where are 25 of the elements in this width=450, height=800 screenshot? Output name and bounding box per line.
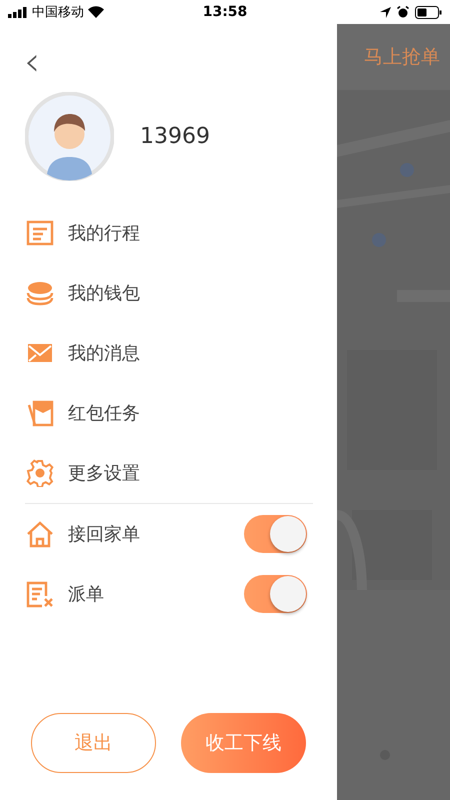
house-icon: [26, 520, 54, 548]
status-time: 13:58: [202, 4, 248, 20]
alarm-clock-icon: [397, 6, 410, 18]
signal-icon: [8, 6, 28, 18]
header-title: 马上抢单: [364, 45, 440, 70]
location-arrow-icon: [380, 6, 392, 18]
user-name: 13969: [140, 124, 210, 149]
document-icon: [26, 219, 54, 247]
coins-icon: [26, 279, 54, 307]
menu-item[interactable]: 我的行程: [0, 203, 337, 263]
menu-item[interactable]: 更多设置: [0, 443, 337, 503]
toggle-switch[interactable]: [244, 515, 307, 553]
menu-item[interactable]: 我的钱包: [0, 263, 337, 323]
wifi-icon: [88, 6, 104, 18]
toggle-switch[interactable]: [244, 575, 307, 613]
carrier-name: 中国移动: [32, 4, 84, 21]
menu-item[interactable]: 我的消息: [0, 323, 337, 383]
document-cross-icon: [26, 580, 54, 608]
settings-icon: [26, 459, 54, 487]
toggle-label: 接回家单: [68, 523, 141, 546]
envelope-card-icon: [26, 399, 54, 427]
back-button[interactable]: ‹: [20, 46, 44, 78]
menu-item[interactable]: 红包任务: [0, 383, 337, 443]
toggle-label: 派单: [68, 583, 105, 606]
battery-icon: [415, 6, 442, 18]
